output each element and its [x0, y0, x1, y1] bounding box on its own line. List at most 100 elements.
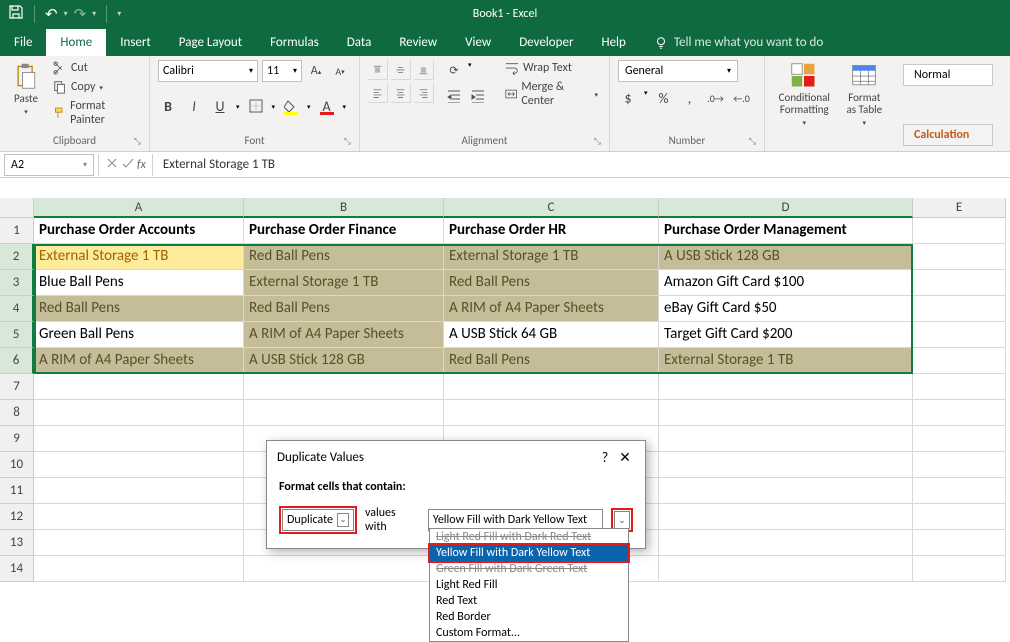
- cell[interactable]: Purchase Order HR: [444, 218, 659, 244]
- row-header[interactable]: 4: [0, 296, 34, 322]
- font-launcher-icon[interactable]: ⤡: [344, 136, 351, 147]
- name-box[interactable]: A2▾: [4, 154, 94, 176]
- format-style-dropdown-button[interactable]: ⌄: [614, 511, 630, 529]
- undo-icon[interactable]: ↶: [45, 5, 58, 24]
- tab-help[interactable]: Help: [587, 29, 639, 56]
- format-as-table-button[interactable]: Format as Table▾: [842, 60, 887, 129]
- conditional-formatting-button[interactable]: Conditional Formatting▾: [773, 60, 836, 129]
- dropdown-option[interactable]: Custom Format...: [430, 625, 628, 641]
- wrap-text-button[interactable]: Wrap Text: [502, 60, 601, 76]
- select-all-corner[interactable]: [0, 198, 34, 218]
- cell[interactable]: A USB Stick 64 GB: [444, 322, 659, 348]
- cell[interactable]: Red Ball Pens: [444, 270, 659, 296]
- cell[interactable]: Purchase Order Finance: [244, 218, 444, 244]
- row-header[interactable]: 14: [0, 556, 34, 582]
- cell[interactable]: [34, 452, 244, 478]
- decrease-font-button[interactable]: A▾: [330, 61, 350, 81]
- dropdown-option[interactable]: Red Border: [430, 609, 628, 625]
- column-header[interactable]: D: [659, 198, 913, 218]
- italic-button[interactable]: I: [184, 96, 204, 116]
- cell[interactable]: [913, 374, 1006, 400]
- underline-button[interactable]: U: [210, 96, 230, 116]
- row-header[interactable]: 9: [0, 426, 34, 452]
- cell[interactable]: [34, 400, 244, 426]
- tab-formulas[interactable]: Formulas: [256, 29, 333, 56]
- cell[interactable]: [913, 400, 1006, 426]
- cell[interactable]: [913, 296, 1006, 322]
- accounting-format-button[interactable]: $: [618, 88, 638, 108]
- enter-formula-icon[interactable]: [121, 156, 135, 174]
- cell[interactable]: External Storage 1 TB: [659, 348, 913, 374]
- tab-insert[interactable]: Insert: [106, 29, 165, 56]
- tab-page-layout[interactable]: Page Layout: [165, 29, 256, 56]
- column-header[interactable]: B: [244, 198, 444, 218]
- cell-style-normal[interactable]: Normal: [903, 64, 993, 86]
- row-header[interactable]: 6: [0, 348, 34, 374]
- cell[interactable]: Purchase Order Accounts: [34, 218, 244, 244]
- cell[interactable]: [659, 452, 913, 478]
- cell[interactable]: [913, 348, 1006, 374]
- number-format-select[interactable]: General▾: [618, 60, 738, 82]
- row-header[interactable]: 7: [0, 374, 34, 400]
- cell[interactable]: [34, 426, 244, 452]
- cell[interactable]: [244, 400, 444, 426]
- font-size-select[interactable]: 11▾: [262, 60, 302, 82]
- undo-dropdown[interactable]: ▾: [64, 9, 68, 19]
- cell[interactable]: Target Gift Card $200: [659, 322, 913, 348]
- redo-dropdown[interactable]: ▾: [92, 9, 96, 19]
- row-header[interactable]: 5: [0, 322, 34, 348]
- cell[interactable]: External Storage 1 TB: [244, 270, 444, 296]
- font-name-select[interactable]: Calibri▾: [158, 60, 258, 82]
- dropdown-option[interactable]: Red Text: [430, 593, 628, 609]
- tab-home[interactable]: Home: [46, 29, 106, 56]
- number-launcher-icon[interactable]: ⤡: [749, 136, 756, 147]
- cell[interactable]: [913, 218, 1006, 244]
- row-header[interactable]: 10: [0, 452, 34, 478]
- increase-decimal-button[interactable]: .0→: [706, 88, 726, 108]
- decrease-decimal-button[interactable]: ←.0: [732, 88, 752, 108]
- cell[interactable]: [913, 426, 1006, 452]
- cell[interactable]: [659, 478, 913, 504]
- tab-file[interactable]: File: [0, 29, 46, 56]
- cell[interactable]: Red Ball Pens: [444, 348, 659, 374]
- cell[interactable]: [34, 530, 244, 556]
- row-header[interactable]: 11: [0, 478, 34, 504]
- fx-icon[interactable]: fx: [137, 158, 146, 172]
- cell[interactable]: [659, 426, 913, 452]
- row-header[interactable]: 13: [0, 530, 34, 556]
- tell-me-search[interactable]: Tell me what you want to do: [640, 29, 837, 56]
- orientation-button[interactable]: ⟳: [444, 60, 464, 80]
- column-header[interactable]: C: [444, 198, 659, 218]
- tab-data[interactable]: Data: [333, 29, 386, 56]
- dialog-close-button[interactable]: ✕: [615, 449, 635, 466]
- tab-developer[interactable]: Developer: [505, 29, 587, 56]
- cell[interactable]: [659, 530, 913, 556]
- column-header[interactable]: E: [913, 198, 1006, 218]
- row-header[interactable]: 3: [0, 270, 34, 296]
- clipboard-launcher-icon[interactable]: ⤡: [134, 136, 141, 147]
- bold-button[interactable]: B: [158, 96, 178, 116]
- row-header[interactable]: 8: [0, 400, 34, 426]
- cell[interactable]: A USB Stick 128 GB: [244, 348, 444, 374]
- cell[interactable]: Blue Ball Pens: [34, 270, 244, 296]
- row-header[interactable]: 2: [0, 244, 34, 270]
- row-header[interactable]: 12: [0, 504, 34, 530]
- cell[interactable]: [444, 374, 659, 400]
- tab-review[interactable]: Review: [385, 29, 451, 56]
- cell[interactable]: A RIM of A4 Paper Sheets: [244, 322, 444, 348]
- cell[interactable]: Purchase Order Management: [659, 218, 913, 244]
- cell[interactable]: [244, 374, 444, 400]
- paste-button[interactable]: Paste ▾: [8, 60, 44, 118]
- cell[interactable]: [659, 504, 913, 530]
- cell[interactable]: [913, 478, 1006, 504]
- cell[interactable]: Red Ball Pens: [34, 296, 244, 322]
- cell[interactable]: A USB Stick 128 GB: [659, 244, 913, 270]
- cell[interactable]: [244, 556, 444, 582]
- duplicate-mode-select[interactable]: Duplicate ⌄: [282, 509, 354, 531]
- percent-format-button[interactable]: %: [654, 88, 674, 108]
- format-painter-button[interactable]: Format Painter: [50, 98, 141, 128]
- cancel-formula-icon[interactable]: [105, 156, 119, 174]
- cell[interactable]: [659, 556, 913, 582]
- align-bottom-button[interactable]: [414, 60, 434, 80]
- align-left-button[interactable]: [368, 83, 388, 103]
